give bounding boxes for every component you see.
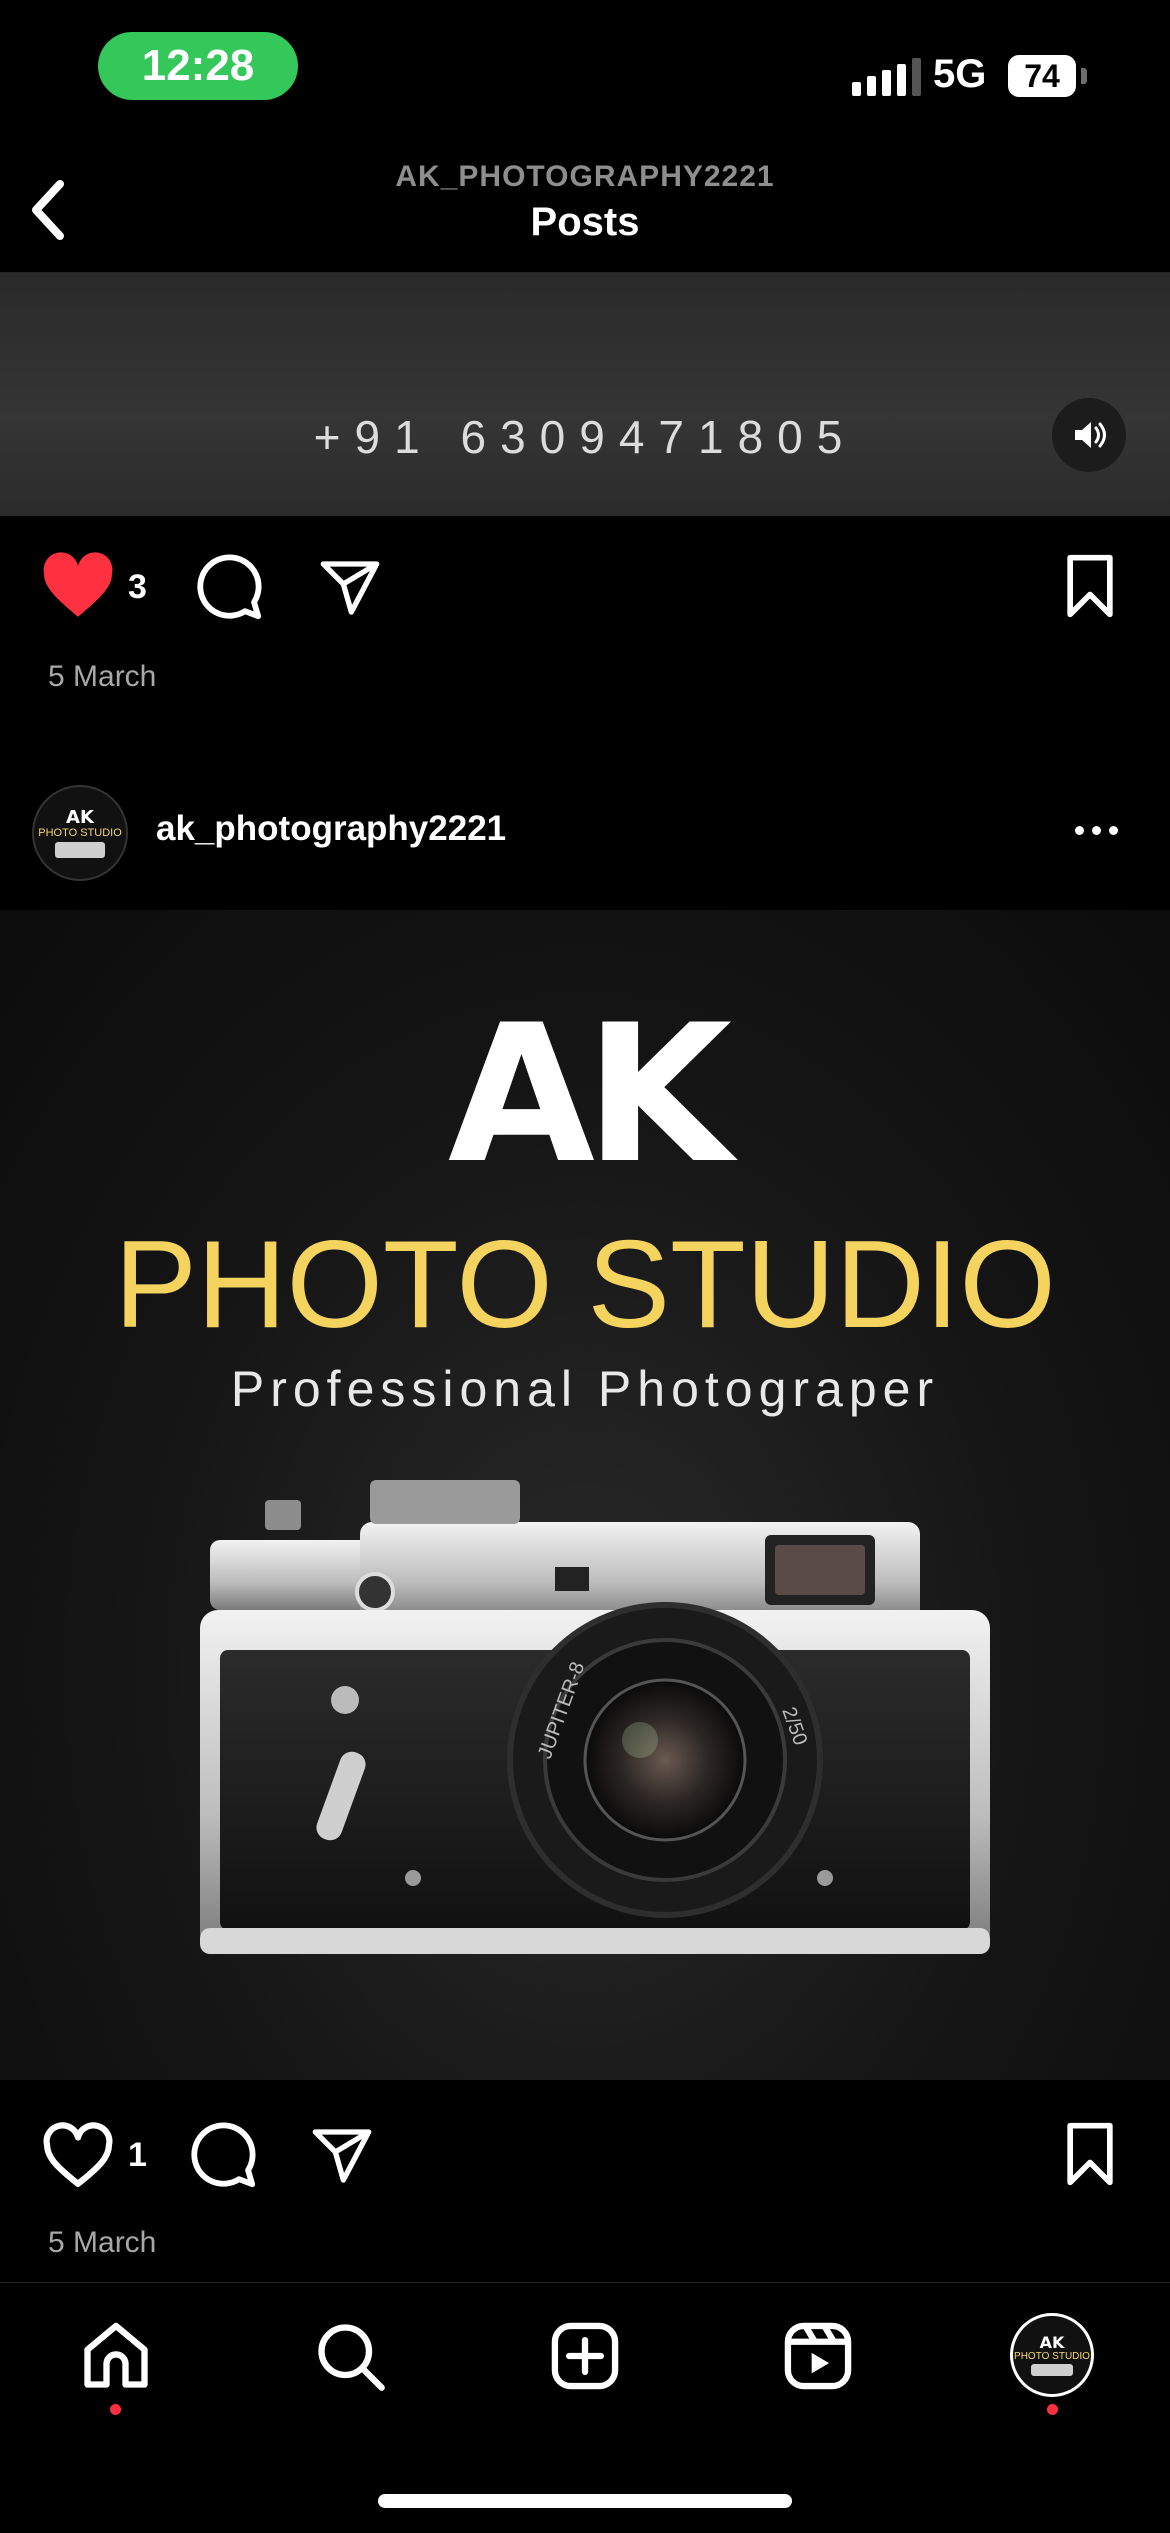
bookmark-icon[interactable] bbox=[1060, 552, 1120, 620]
image-logo-text: AK bbox=[447, 984, 732, 1205]
sound-toggle-button[interactable] bbox=[1052, 398, 1126, 472]
post-author-username[interactable]: ak_photography2221 bbox=[156, 809, 506, 849]
more-options-button[interactable] bbox=[1075, 826, 1118, 835]
previous-post-media[interactable] bbox=[0, 273, 1170, 516]
share-send-icon[interactable] bbox=[308, 2124, 376, 2188]
home-notification-dot bbox=[110, 2404, 121, 2415]
avatar-logo-text: AK bbox=[66, 806, 94, 828]
like-count[interactable]: 3 bbox=[128, 568, 147, 607]
image-studio-text: PHOTO STUDIO bbox=[114, 1216, 1056, 1354]
home-indicator bbox=[378, 2494, 792, 2508]
avatar-camera-graphic bbox=[1031, 2363, 1073, 2376]
header-username: AK_PHOTOGRAPHY2221 bbox=[395, 160, 775, 193]
comment-icon[interactable] bbox=[188, 2120, 258, 2190]
like-heart-filled-icon[interactable] bbox=[40, 552, 116, 620]
bookmark-icon[interactable] bbox=[1060, 2120, 1120, 2188]
network-type: 5G bbox=[933, 52, 987, 96]
more-dot bbox=[1092, 826, 1101, 835]
home-icon[interactable] bbox=[78, 2318, 154, 2394]
avatar-camera-graphic bbox=[55, 841, 105, 858]
search-icon[interactable] bbox=[312, 2318, 388, 2394]
media-phone-number: +91 6309471805 bbox=[313, 411, 857, 463]
avatar-sub-text: PHOTO STUDIO bbox=[1014, 2350, 1090, 2362]
avatar-sub-text: PHOTO STUDIO bbox=[38, 826, 122, 839]
comment-icon[interactable] bbox=[194, 552, 264, 622]
reels-icon[interactable] bbox=[780, 2318, 856, 2394]
more-dot bbox=[1075, 826, 1084, 835]
post-date: 5 March bbox=[48, 660, 157, 693]
profile-avatar-tab[interactable]: AK PHOTO STUDIO bbox=[1010, 2313, 1094, 2397]
status-time: 12:28 bbox=[98, 32, 298, 100]
battery-icon: 74 bbox=[1008, 55, 1076, 97]
battery-tip bbox=[1081, 68, 1087, 84]
camera-illustration: JUPITER-8 2/50 bbox=[200, 1480, 990, 1954]
like-count[interactable]: 1 bbox=[128, 2136, 147, 2175]
like-heart-icon[interactable] bbox=[40, 2122, 116, 2190]
signal-strength-icon bbox=[852, 58, 921, 96]
battery-level: 74 bbox=[1024, 57, 1060, 94]
speaker-icon bbox=[1075, 422, 1106, 448]
image-tagline: Professional Photograper bbox=[230, 1361, 940, 1417]
avatar-logo-text: AK bbox=[1039, 2332, 1065, 2352]
page-title: Posts bbox=[530, 200, 640, 244]
create-post-icon[interactable] bbox=[547, 2318, 623, 2394]
share-send-icon[interactable] bbox=[316, 556, 384, 620]
post-author-avatar[interactable]: AK PHOTO STUDIO bbox=[32, 785, 128, 881]
profile-notification-dot bbox=[1047, 2404, 1058, 2415]
post-date: 5 March bbox=[48, 2226, 157, 2259]
more-dot bbox=[1109, 826, 1118, 835]
